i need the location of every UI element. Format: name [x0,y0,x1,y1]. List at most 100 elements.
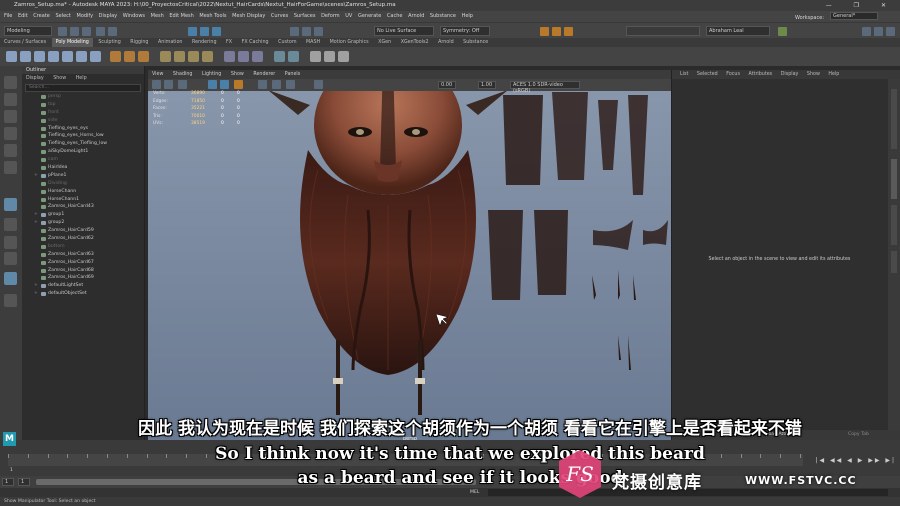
outliner-item[interactable]: Zamros_HairCard69 [22,274,144,282]
menu-curves[interactable]: Curves [271,13,288,19]
menu-select[interactable]: Select [55,13,70,19]
shelf-tab-custom[interactable]: Custom [274,38,300,47]
live-surface-field[interactable]: No Live Surface [374,26,434,36]
extrude-icon[interactable] [160,51,171,62]
shelf-tab-substance[interactable]: Substance [459,38,492,47]
shelf-tab-curves-surfaces[interactable]: Curves / Surfaces [0,38,50,47]
lights-icon[interactable] [258,80,267,89]
smooth-shade-icon[interactable] [220,80,229,89]
new-scene-icon[interactable] [58,27,67,36]
poly-cone-icon[interactable] [48,51,59,62]
outliner-item[interactable]: HairIdea [22,164,144,172]
wireframe-icon[interactable] [208,80,217,89]
viewport-menu-show[interactable]: Show [231,72,244,77]
shelf-tab-xgentools2[interactable]: XGenTools2 [397,38,433,47]
outliner-item[interactable]: cam [22,156,144,164]
menu-file[interactable]: File [4,13,12,19]
undo-icon[interactable] [96,27,105,36]
outliner-item[interactable]: top [22,101,144,109]
single-view-icon[interactable] [4,198,17,211]
viewport-menu-shading[interactable]: Shading [173,72,193,77]
shelf-tab-rigging[interactable]: Rigging [126,38,152,47]
menu-deform[interactable]: Deform [321,13,340,19]
poly-sphere-icon[interactable] [6,51,17,62]
outliner-persp-icon[interactable] [4,252,17,265]
shelf-tab-mash[interactable]: MASH [302,38,324,47]
home-icon[interactable] [778,27,787,36]
outliner-item[interactable]: bottom [22,243,144,251]
select-component-icon[interactable] [212,27,221,36]
multi-cut-icon[interactable] [224,51,235,62]
outliner-item[interactable]: Tiefling_eyes_Horns_low [22,132,144,140]
gamma-field[interactable]: 1.00 [478,81,496,89]
outliner-menu-display[interactable]: Display [26,76,44,81]
outliner-item[interactable]: Zamros_HairCard59 [22,227,144,235]
outliner-item[interactable]: Zamros_HairCard63 [22,251,144,259]
four-view-icon[interactable] [4,218,17,231]
snap-grid-icon[interactable] [290,27,299,36]
shelf-tab-xgen[interactable]: XGen [374,38,395,47]
command-search-field[interactable] [626,26,700,36]
poly-plane-icon[interactable] [76,51,87,62]
viewport-menu-lighting[interactable]: Lighting [202,72,221,77]
side-tab-channel-box[interactable] [891,89,897,149]
planar-map-icon[interactable] [288,51,299,62]
center-pivot-icon[interactable] [324,51,335,62]
outliner-item[interactable]: Zamros_HairCard62 [22,235,144,243]
quad-draw-icon[interactable] [252,51,263,62]
symmetry-dropdown[interactable]: Symmetry: Off [440,26,490,36]
uv-editor-icon[interactable] [274,51,285,62]
combine-icon[interactable] [110,51,121,62]
select-hierarchy-icon[interactable] [188,27,197,36]
textured-icon[interactable] [234,80,243,89]
menu-modify[interactable]: Modify [77,13,94,19]
outliner-item[interactable]: Tiefling_eyes_eys [22,125,144,133]
separate-icon[interactable] [124,51,135,62]
menu-surfaces[interactable]: Surfaces [294,13,316,19]
menu-create[interactable]: Create [33,13,50,19]
outliner-item[interactable]: defaultObjectSet [22,290,144,298]
poly-disc-icon[interactable] [90,51,101,62]
smooth-icon[interactable] [138,51,149,62]
outliner-item[interactable]: aiSkyDomeLight1 [22,148,144,156]
viewport-menu-view[interactable]: View [152,72,163,77]
snap-curve-icon[interactable] [302,27,311,36]
menu-edit-mesh[interactable]: Edit Mesh [169,13,193,19]
bevel-icon[interactable] [188,51,199,62]
user-account-button[interactable]: Abraham Leal [706,26,770,36]
render-frame-icon[interactable] [540,27,549,36]
outliner-item[interactable]: group2 [22,219,144,227]
side-tab-tool-settings[interactable] [891,251,897,273]
ae-menu-attributes[interactable]: Attributes [748,72,772,77]
camera-select-icon[interactable] [152,80,161,89]
select-object-icon[interactable] [200,27,209,36]
outliner-item[interactable]: Tiefling_eyes_Tiefling_low [22,140,144,148]
redo-icon[interactable] [108,27,117,36]
ae-menu-help[interactable]: Help [828,72,839,77]
ae-menu-show[interactable]: Show [807,72,820,77]
outliner-search-input[interactable]: Search... [25,84,141,92]
outliner-item[interactable]: pPlane1 [22,172,144,180]
fill-hole-icon[interactable] [202,51,213,62]
menu-mesh-display[interactable]: Mesh Display [232,13,265,19]
shadows-icon[interactable] [272,80,281,89]
camera-lock-icon[interactable] [164,80,173,89]
menu-uv[interactable]: UV [345,13,352,19]
window-controls[interactable]: — ❐ ✕ [826,0,896,11]
exposure-field[interactable]: 0.00 [438,81,456,89]
channel-box-icon[interactable] [886,27,895,36]
ipr-render-icon[interactable] [552,27,561,36]
rotate-tool-icon[interactable] [4,144,17,157]
outliner-menu-show[interactable]: Show [53,76,66,81]
shelf-tab-rendering[interactable]: Rendering [188,38,221,47]
outliner-item[interactable]: defaultLightSet [22,282,144,290]
outliner-item[interactable]: Dividing [22,180,144,188]
side-tab-modeling-toolkit[interactable] [891,205,897,245]
outliner-item[interactable]: HorseChann [22,188,144,196]
paint-select-icon[interactable] [4,110,17,123]
colorspace-dropdown[interactable]: ACES 1.0 SDR-video (sRGB) [510,81,580,94]
menu-windows[interactable]: Windows [123,13,145,19]
outliner-item[interactable]: Zamros_HairCard67 [22,259,144,267]
shelf-tab-fx-caching[interactable]: FX Caching [238,38,273,47]
workspace-dropdown[interactable]: General* [830,12,878,20]
